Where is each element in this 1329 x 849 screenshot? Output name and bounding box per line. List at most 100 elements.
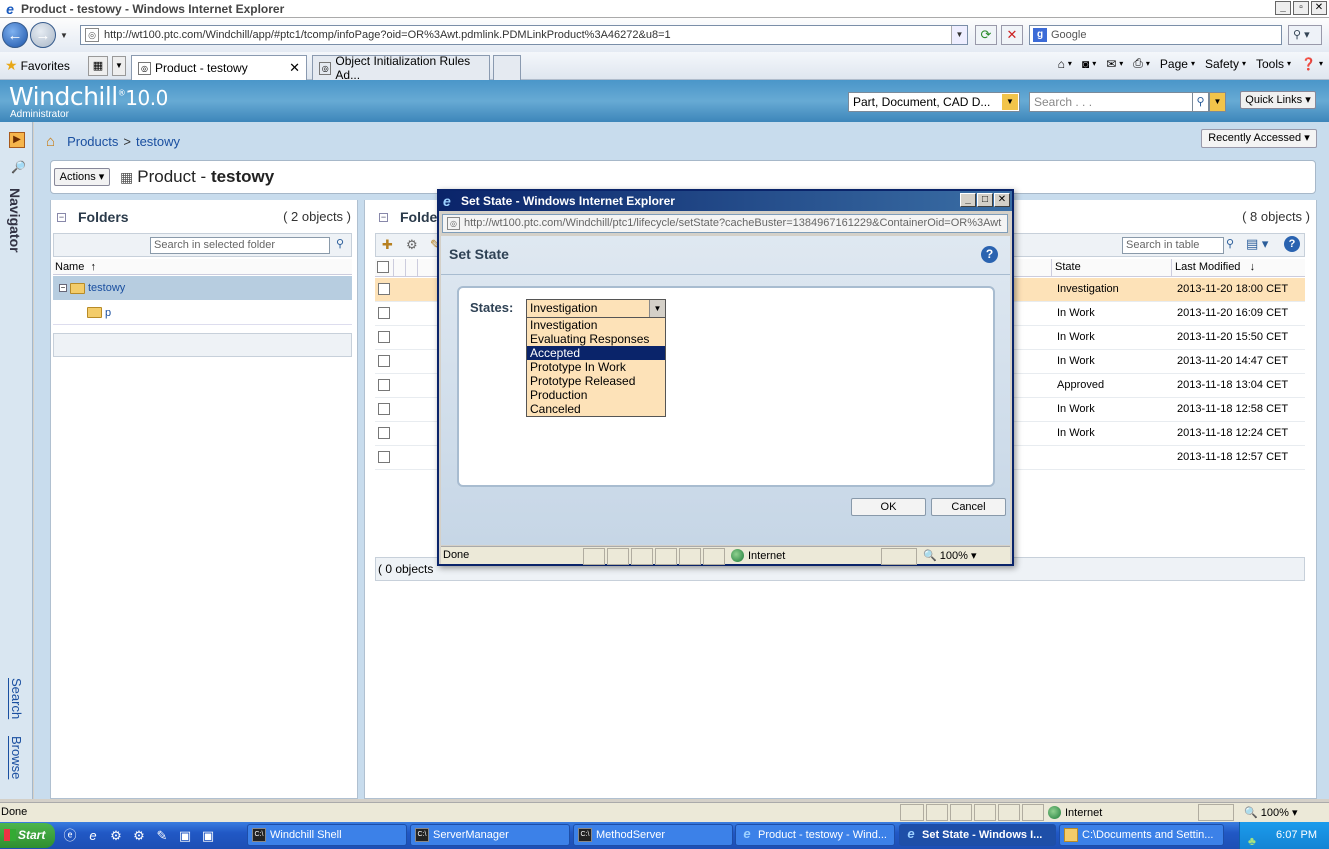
quicklaunch-tools-icon[interactable]: ⚙ bbox=[108, 828, 124, 844]
taskbar-button[interactable]: C:\ ServerManager bbox=[410, 824, 570, 846]
ok-button[interactable]: OK bbox=[851, 498, 926, 516]
column-view-icon[interactable]: ▤ ▾ bbox=[1246, 236, 1268, 252]
mail-button[interactable]: ✉ ▾ bbox=[1106, 57, 1123, 71]
state-option[interactable]: Accepted bbox=[527, 346, 665, 360]
minimize-button[interactable]: _ bbox=[1275, 1, 1291, 15]
chevron-down-icon[interactable]: ▼ bbox=[1002, 94, 1018, 110]
navigator-browse-link[interactable]: Browse bbox=[9, 736, 24, 779]
windchill-search-input[interactable]: Search . . . bbox=[1029, 92, 1193, 112]
search-icon[interactable]: ⚲ bbox=[1192, 92, 1209, 112]
recently-accessed-button[interactable]: Recently Accessed ▾ bbox=[1201, 129, 1317, 148]
maximize-button[interactable]: ▫ bbox=[1293, 1, 1309, 15]
quicklaunch-browser-icon[interactable]: e bbox=[85, 828, 101, 844]
page-menu[interactable]: Page ▾ bbox=[1160, 57, 1195, 71]
row-checkbox[interactable] bbox=[378, 403, 390, 415]
popup-close-button[interactable]: ✕ bbox=[994, 193, 1010, 207]
favorites-star-icon[interactable]: ★ bbox=[5, 57, 18, 74]
breadcrumb-products-link[interactable]: Products bbox=[67, 134, 118, 149]
table-search-input[interactable]: Search in table bbox=[1122, 237, 1224, 254]
safety-menu[interactable]: Safety ▾ bbox=[1205, 57, 1246, 71]
home-button[interactable]: ⌂ ▾ bbox=[1058, 57, 1072, 71]
quicklaunch-ie-icon[interactable]: ⓔ bbox=[62, 828, 78, 844]
row-checkbox[interactable] bbox=[378, 427, 390, 439]
navigator-label[interactable]: Navigator bbox=[7, 188, 23, 253]
quicklaunch-desktop-icon[interactable]: ▣ bbox=[200, 828, 216, 844]
select-all-checkbox[interactable] bbox=[377, 261, 389, 273]
print-button[interactable]: ⎙ ▾ bbox=[1133, 56, 1150, 71]
stop-button[interactable]: ✕ bbox=[1001, 25, 1023, 45]
popup-blocker-icon[interactable] bbox=[1022, 804, 1044, 821]
tab-product-testowy[interactable]: ◎ Product - testowy ✕ bbox=[131, 55, 307, 80]
help-menu-icon[interactable]: ❓ ▾ bbox=[1301, 57, 1323, 71]
favorites-label[interactable]: Favorites bbox=[21, 59, 70, 73]
protected-mode-icon[interactable] bbox=[1198, 804, 1234, 821]
compatibility-icon[interactable] bbox=[926, 804, 948, 821]
taskbar-button[interactable]: e Product - testowy - Wind... bbox=[735, 824, 895, 846]
protected-mode-icon[interactable] bbox=[881, 548, 917, 565]
state-option[interactable]: Prototype In Work bbox=[527, 360, 665, 374]
quick-links-button[interactable]: Quick Links ▾ bbox=[1240, 91, 1316, 109]
new-folder-icon[interactable]: ✚ bbox=[382, 237, 393, 253]
network-icon[interactable]: ♣ bbox=[1248, 828, 1256, 849]
settings-icon[interactable]: ⚙ bbox=[406, 237, 418, 253]
quicklaunch-window-icon[interactable]: ▣ bbox=[177, 828, 193, 844]
search-icon[interactable]: 🔎 bbox=[11, 160, 26, 174]
row-checkbox[interactable] bbox=[378, 283, 390, 295]
collapse-icon[interactable]: − bbox=[379, 212, 388, 222]
popup-maximize-button[interactable]: □ bbox=[977, 193, 993, 207]
taskbar-button[interactable]: C:\Documents and Settin... bbox=[1059, 824, 1224, 846]
state-option[interactable]: Production bbox=[527, 388, 665, 402]
search-icon[interactable]: ⚲ bbox=[1226, 237, 1234, 250]
popup-title-bar[interactable]: e Set State - Windows Internet Explorer … bbox=[439, 191, 1012, 211]
taskbar-button[interactable]: e Set State - Windows I... bbox=[899, 824, 1056, 846]
quicklaunch-notepad-icon[interactable]: ✎ bbox=[154, 828, 170, 844]
zoom-level[interactable]: 🔍 100% ▾ bbox=[923, 549, 976, 562]
search-type-select[interactable]: Part, Document, CAD D... ▼ bbox=[848, 92, 1020, 112]
quick-tabs-button[interactable]: ▦ bbox=[88, 56, 108, 76]
quicklaunch-services-icon[interactable]: ⚙ bbox=[131, 828, 147, 844]
tree-node-testowy[interactable]: − testowy bbox=[53, 276, 352, 300]
help-icon[interactable]: ? bbox=[981, 246, 998, 263]
row-checkbox[interactable] bbox=[378, 355, 390, 367]
web-search-button[interactable]: ⚲ ▾ bbox=[1288, 25, 1322, 45]
feeds-button[interactable]: ◙ ▾ bbox=[1082, 57, 1096, 71]
column-header-name[interactable]: Name ↑ bbox=[53, 259, 352, 275]
forward-button[interactable]: → bbox=[30, 22, 56, 48]
state-select[interactable]: Investigation ▼ bbox=[526, 299, 666, 318]
tab-object-initialization-rules[interactable]: ◎ Object Initialization Rules Ad... bbox=[312, 54, 490, 82]
column-header-state[interactable]: State bbox=[1055, 261, 1081, 273]
tab-close-icon[interactable]: ✕ bbox=[289, 60, 300, 76]
recent-pages-dropdown[interactable]: ▼ bbox=[60, 31, 68, 40]
row-checkbox[interactable] bbox=[378, 379, 390, 391]
start-button[interactable]: Start bbox=[0, 823, 55, 848]
search-icon[interactable]: ⚲ bbox=[332, 237, 348, 254]
zoom-level[interactable]: 🔍 100% ▾ bbox=[1244, 806, 1297, 819]
url-dropdown-icon[interactable]: ▼ bbox=[951, 26, 967, 44]
cancel-button[interactable]: Cancel bbox=[931, 498, 1006, 516]
collapse-icon[interactable]: − bbox=[57, 212, 66, 222]
navigator-search-link[interactable]: Search bbox=[9, 678, 24, 719]
row-checkbox[interactable] bbox=[378, 307, 390, 319]
search-options-dropdown[interactable]: ▼ bbox=[1209, 92, 1226, 112]
tree-collapse-icon[interactable]: − bbox=[59, 284, 67, 292]
web-search-input[interactable]: g Google bbox=[1029, 25, 1282, 45]
taskbar-button[interactable]: C:\ Windchill Shell bbox=[247, 824, 407, 846]
state-option[interactable]: Evaluating Responses bbox=[527, 332, 665, 346]
taskbar-button[interactable]: C:\ MethodServer bbox=[573, 824, 733, 846]
back-button[interactable]: ← bbox=[2, 22, 28, 48]
row-checkbox[interactable] bbox=[378, 451, 390, 463]
actions-menu-button[interactable]: Actions ▾ bbox=[54, 168, 110, 186]
tab-list-dropdown[interactable]: ▼ bbox=[112, 56, 126, 76]
tree-node-p[interactable]: p bbox=[53, 301, 352, 325]
expand-navigator-icon[interactable]: ▶ bbox=[9, 132, 25, 148]
column-header-last-modified[interactable]: Last Modified ↓ bbox=[1175, 261, 1255, 273]
breadcrumb-testowy-link[interactable]: testowy bbox=[136, 134, 180, 149]
popup-minimize-button[interactable]: _ bbox=[960, 193, 976, 207]
url-field[interactable]: ◎ http://wt100.ptc.com/Windchill/app/#pt… bbox=[80, 25, 968, 45]
state-option[interactable]: Investigation bbox=[527, 318, 665, 332]
help-icon[interactable]: ? bbox=[1284, 236, 1300, 252]
new-tab-button[interactable] bbox=[493, 55, 521, 80]
chevron-down-icon[interactable]: ▼ bbox=[649, 300, 665, 317]
state-option[interactable]: Prototype Released bbox=[527, 374, 665, 388]
folder-search-input[interactable]: Search in selected folder bbox=[150, 237, 330, 254]
